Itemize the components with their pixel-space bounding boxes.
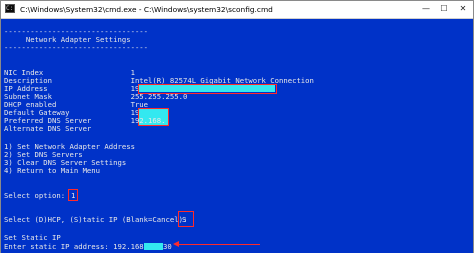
- console-area[interactable]: --------------------------------- Networ…: [1, 19, 473, 253]
- console-line-alternate-dns: Alternate DNS Server: [4, 124, 92, 133]
- console-line-separator-bottom: ---------------------------------: [4, 43, 149, 52]
- console-line-set-static-ip: Set Static IP: [4, 233, 61, 242]
- static-ip-arrow-line: [178, 244, 260, 245]
- static-ip-prompt: Enter static IP address: 192.168.: [4, 242, 149, 251]
- static-ip-suffix: 30: [163, 242, 172, 251]
- static-ip-redaction: [144, 243, 163, 250]
- minimize-button[interactable]: —: [419, 3, 433, 15]
- cmd-app-icon: C:: [5, 4, 15, 13]
- window-title: C:\Windows\System32\cmd.exe - C:\Windows…: [20, 5, 273, 14]
- maximize-button[interactable]: ☐: [437, 3, 451, 15]
- dhcp-static-annotation-box: [178, 211, 194, 227]
- title-bar[interactable]: C: C:\Windows\System32\cmd.exe - C:\Wind…: [1, 1, 473, 19]
- select-option-annotation-box: [68, 189, 78, 201]
- dhcp-static-prompt: Select (D)HCP, (S)tatic IP (Blank=Cancel…: [4, 215, 192, 224]
- close-button[interactable]: ✕: [456, 3, 470, 15]
- cmd-window: C: C:\Windows\System32\cmd.exe - C:\Wind…: [0, 0, 474, 253]
- menu-option-return: 4) Return to Main Menu: [4, 166, 101, 175]
- select-option-prompt: Select option:: [4, 191, 70, 200]
